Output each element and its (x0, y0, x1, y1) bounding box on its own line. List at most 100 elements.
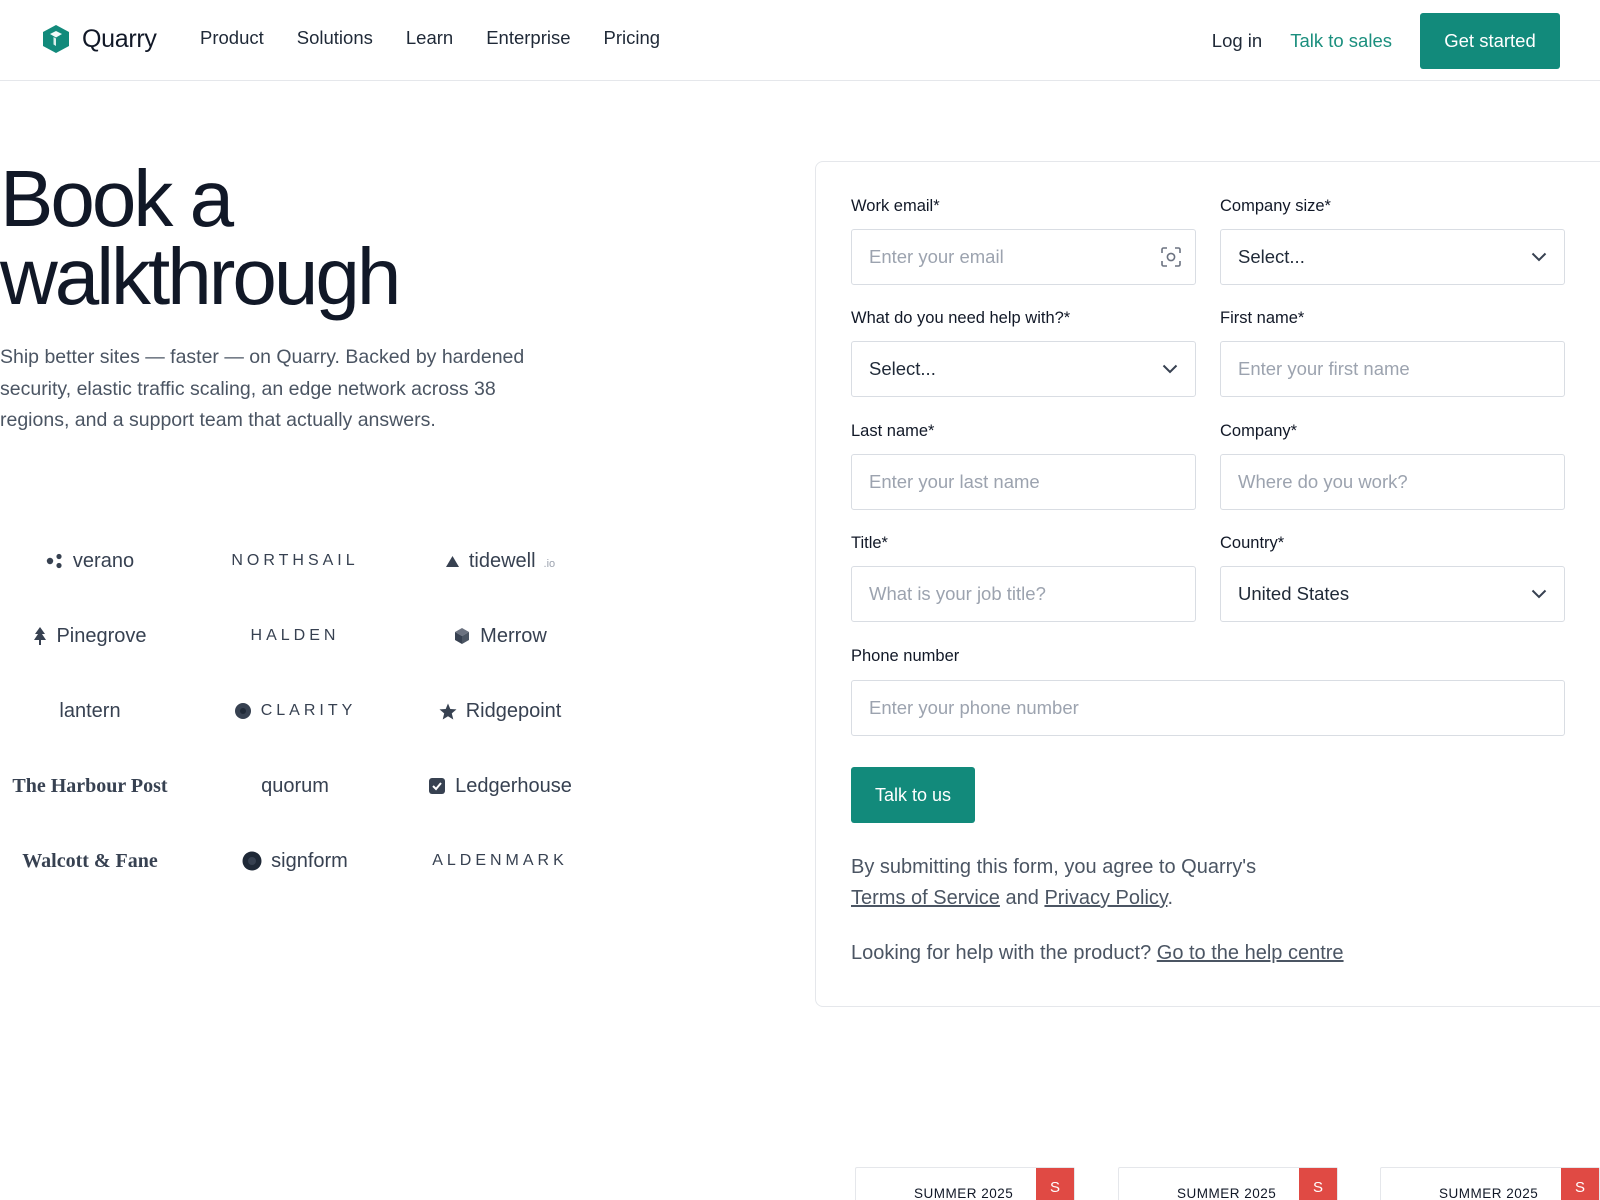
page-title-line-2: walkthrough (0, 232, 401, 321)
legal-notice: By submitting this form, you agree to Qu… (851, 852, 1371, 914)
legal-prefix: By submitting this form, you agree to Qu… (851, 856, 1257, 878)
help-with-value: Select... (869, 358, 936, 379)
brand-logo-halden: HALDEN (200, 616, 390, 656)
country-select[interactable]: United States (1220, 566, 1565, 622)
nav-link-pricing[interactable]: Pricing (604, 27, 661, 49)
title-label: Title* (851, 534, 888, 552)
last-name-placeholder: Enter your last name (869, 471, 1040, 492)
talk-to-us-button[interactable]: Talk to us (851, 767, 975, 823)
company-label: Company* (1220, 422, 1298, 440)
brand-logo-quorum: quorum (200, 766, 390, 806)
brand-logo-walcott-fane: Walcott & Fane (0, 841, 185, 881)
company-field[interactable]: Where do you work? (1220, 454, 1565, 510)
brand-name: Merrow (480, 624, 547, 647)
first-name-placeholder: Enter your first name (1238, 358, 1410, 379)
brand-name: HALDEN (250, 627, 340, 644)
privacy-policy-link[interactable]: Privacy Policy (1044, 887, 1167, 909)
brand-name: ALDENMARK (432, 852, 568, 869)
company-size-label: Company size* (1220, 197, 1331, 215)
brand-name: lantern (59, 699, 121, 722)
brand-logo-verano: verano (0, 541, 185, 581)
award-badge: S (1036, 1168, 1074, 1200)
legal-and: and (1005, 887, 1039, 909)
brand-logo-northsail: NORTHSAIL (200, 541, 390, 581)
brand-name: The Harbour Post (12, 774, 168, 797)
brand-logo[interactable]: Quarry (42, 24, 157, 54)
first-name-label: First name* (1220, 309, 1305, 327)
job-title-placeholder: What is your job title? (869, 583, 1046, 604)
brand-name: NORTHSAIL (231, 552, 359, 569)
award-card-title: SUMMER 2025 (914, 1186, 1014, 1200)
brand-logo-tidewell: tidewell .io (405, 541, 595, 581)
quarry-logo-icon (43, 25, 69, 53)
contact-form: Work email* Enter your email Company siz… (815, 161, 1600, 1007)
circle-icon (242, 851, 262, 871)
brand-name: quorum (261, 774, 329, 797)
nav-link-learn[interactable]: Learn (406, 27, 453, 49)
phone-field[interactable]: Enter your phone number (851, 680, 1565, 736)
nav-links: Product Solutions Learn Enterprise Prici… (200, 27, 693, 49)
terms-of-service-link[interactable]: Terms of Service (851, 887, 1000, 909)
brand-name: Pinegrove (56, 624, 147, 647)
company-placeholder: Where do you work? (1238, 471, 1408, 492)
last-name-field[interactable]: Enter your last name (851, 454, 1196, 510)
chevron-down-icon (1162, 364, 1178, 374)
brand-name: Ridgepoint (465, 699, 562, 722)
brand-logo-aldenmark: ALDENMARK (405, 841, 595, 881)
help-with-select[interactable]: Select... (851, 341, 1196, 397)
nav-link-enterprise[interactable]: Enterprise (486, 27, 570, 49)
brand-name: Ledgerhouse (455, 774, 572, 797)
chevron-down-icon (1531, 252, 1547, 262)
brand-name: verano (72, 549, 135, 572)
brand-name: tidewell (468, 549, 536, 572)
award-card: SUMMER 2025 S (1380, 1167, 1600, 1200)
nav-link-product[interactable]: Product (200, 27, 264, 49)
phone-label: Phone number (851, 647, 960, 665)
help-prefix: Looking for help with the product? (851, 942, 1152, 964)
award-card-title: SUMMER 2025 (1439, 1186, 1539, 1200)
work-email-placeholder: Enter your email (869, 246, 1004, 267)
first-name-field[interactable]: Enter your first name (1220, 341, 1565, 397)
company-size-value: Select... (1238, 246, 1305, 267)
legal-end: . (1167, 887, 1173, 909)
brand-logo-merrow: Merrow (405, 616, 595, 656)
last-name-label: Last name* (851, 422, 935, 440)
brand-name: CLARITY (260, 702, 357, 719)
cube-icon (453, 627, 471, 645)
page-title: Book a walkthrough (0, 159, 560, 317)
brand-name: signform (271, 849, 348, 872)
login-link[interactable]: Log in (1212, 30, 1262, 52)
nav-link-solutions[interactable]: Solutions (297, 27, 373, 49)
award-card: SUMMER 2025 S (855, 1167, 1075, 1200)
top-nav: Quarry Product Solutions Learn Enterpris… (0, 0, 1600, 81)
brand-name: Quarry (82, 24, 157, 53)
checkbox-icon (428, 777, 446, 795)
brand-suffix: .io (543, 558, 556, 570)
brand-logo-harbour-post: The Harbour Post (0, 766, 185, 806)
job-title-field[interactable]: What is your job title? (851, 566, 1196, 622)
award-badge: S (1561, 1168, 1599, 1200)
star-icon (439, 703, 457, 720)
triangle-icon (445, 555, 460, 568)
help-with-label: What do you need help with?* (851, 309, 1071, 327)
award-card-title: SUMMER 2025 (1177, 1186, 1277, 1200)
hero-subtitle: Ship better sites — faster — on Quarry. … (0, 346, 525, 431)
award-badge: S (1299, 1168, 1337, 1200)
get-started-button[interactable]: Get started (1420, 13, 1560, 69)
talk-to-sales-link[interactable]: Talk to sales (1290, 30, 1392, 52)
brand-logo-ledgerhouse: Ledgerhouse (405, 766, 595, 806)
country-value: United States (1238, 583, 1350, 604)
brand-logo-ridgepoint: Ridgepoint (405, 691, 595, 731)
nav-actions: Log in Talk to sales Get started (1212, 13, 1560, 69)
help-notice: Looking for help with the product? Go to… (851, 942, 1344, 965)
brand-name: Walcott & Fane (22, 849, 158, 872)
brand-logo-pinegrove: Pinegrove (0, 616, 185, 656)
brand-logo-lantern: lantern (0, 691, 185, 731)
work-email-field[interactable]: Enter your email (851, 229, 1196, 285)
chevron-down-icon (1531, 589, 1547, 599)
brand-logo-signform: signform (200, 841, 390, 881)
work-email-label: Work email* (851, 197, 940, 215)
help-centre-link[interactable]: Go to the help centre (1157, 942, 1344, 964)
company-size-select[interactable]: Select... (1220, 229, 1565, 285)
autofill-scan-icon[interactable] (1160, 246, 1182, 268)
